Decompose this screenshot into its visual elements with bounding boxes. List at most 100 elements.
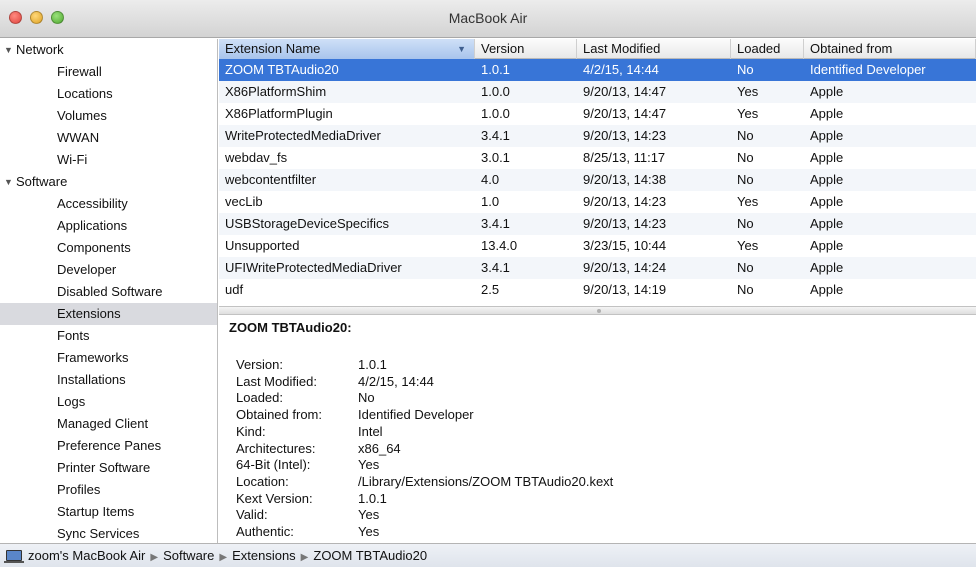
sidebar-group-network[interactable]: ▼ Network [0,39,217,61]
cell-version: 2.5 [481,282,500,297]
sidebar-item-locations[interactable]: Locations [0,83,217,105]
sidebar-item-sync-services[interactable]: Sync Services [0,523,217,543]
title-bar: MacBook Air [0,0,976,38]
breadcrumb-item-software[interactable]: Software [163,548,214,563]
splitter-handle-icon[interactable] [597,309,601,313]
sidebar-item-startup-items[interactable]: Startup Items [0,501,217,523]
pane-splitter[interactable] [219,306,976,315]
table-row[interactable]: webcontentfilter 4.0 9/20/13, 14:38 No Apple [219,169,976,191]
cell-version: 1.0.0 [481,106,510,121]
cell-obtained-from: Apple [810,260,844,275]
sidebar-group-label: Network [16,42,64,57]
detail-field-key: Version: [236,357,283,372]
table-row[interactable]: ZOOM TBTAudio20 1.0.1 4/2/15, 14:44 No Ident… [219,59,976,81]
cell-obtained-from: Apple [810,216,844,231]
cell-name: ZOOM TBTAudio20 [225,62,339,77]
table-row[interactable]: udf 2.5 9/20/13, 14:19 No Apple [219,279,976,301]
detail-field-key: Valid: [236,507,268,523]
column-header-version[interactable]: Version [475,39,577,59]
disclosure-triangle-icon[interactable]: ▼ [4,171,16,193]
column-header-last-modified[interactable]: Last Modified [577,39,731,59]
sidebar-group-label: Software [16,174,68,189]
breadcrumb-separator-icon: ▶ [150,552,159,563]
sidebar-item-extensions[interactable]: Extensions [0,303,217,325]
sidebar-item-label: Wi-Fi [57,152,88,167]
breadcrumb-item-zoom-tbtaudio20[interactable]: ZOOM TBTAudio20 [313,548,427,563]
cell-obtained-from: Apple [810,84,844,99]
cell-obtained-from: Apple [810,282,844,297]
table-row[interactable]: webdav_fs 3.0.1 8/25/13, 11:17 No Apple [219,147,976,169]
column-header-label: Last Modified [583,41,661,56]
cell-last-modified: 9/20/13, 14:23 [583,128,667,143]
table-row[interactable]: Unsupported 13.4.0 3/23/15, 10:44 Yes Apple [219,235,976,257]
table-row[interactable]: UFIWriteProtectedMediaDriver 3.4.1 9/20/13… [219,257,976,279]
sidebar-item-frameworks[interactable]: Frameworks [0,347,217,369]
sidebar-item-label: Startup Items [57,504,135,519]
sidebar-group-software[interactable]: ▼ Software [0,171,217,193]
sidebar-item-label: Preference Panes [57,438,162,453]
sidebar-item-logs[interactable]: Logs [0,391,217,413]
sidebar-item-components[interactable]: Components [0,237,217,259]
sidebar-item-applications[interactable]: Applications [0,215,217,237]
sidebar-item-label: Accessibility [57,196,128,211]
cell-loaded: Yes [737,84,759,99]
cell-last-modified: 3/23/15, 10:44 [583,238,667,253]
sidebar-item-printer-software[interactable]: Printer Software [0,457,217,479]
sidebar-item-label: Volumes [57,108,107,123]
sidebar-item-managed-client[interactable]: Managed Client [0,413,217,435]
column-header-extension-name[interactable]: Extension Name ▼ [219,39,475,59]
cell-name: X86PlatformShim [225,84,327,99]
cell-last-modified: 9/20/13, 14:24 [583,260,667,275]
cell-name: WriteProtectedMediaDriver [225,128,381,143]
detail-title: ZOOM TBTAudio20: [229,320,352,335]
cell-loaded: Yes [737,238,759,253]
detail-field-key: Obtained from: [236,407,322,423]
cell-version: 3.4.1 [481,216,510,231]
detail-field-key: Last Modified: [236,373,317,389]
cell-last-modified: 9/20/13, 14:38 [583,172,667,187]
sidebar-item-label: Locations [57,86,113,101]
cell-name: X86PlatformPlugin [225,106,333,121]
detail-field-value: No [358,390,375,406]
detail-field-architectures: Architectures: x86_64 [236,441,401,457]
sidebar-item-profiles[interactable]: Profiles [0,479,217,501]
detail-field-value: Yes [358,457,380,473]
table-header: Extension Name ▼ Version Last Modified Loade… [219,39,976,59]
sidebar-item-label: Frameworks [57,350,129,365]
sidebar-item-fonts[interactable]: Fonts [0,325,217,347]
cell-last-modified: 9/20/13, 14:47 [583,84,667,99]
breadcrumb-item-zoom-s-macbook-air[interactable]: zoom's MacBook Air [28,548,145,563]
cell-loaded: No [737,260,754,275]
detail-field-value: x86_64 [358,440,401,456]
table-row[interactable]: WriteProtectedMediaDriver 3.4.1 9/20/13, 1… [219,125,976,147]
sidebar-item-firewall[interactable]: Firewall [0,61,217,83]
cell-name: webdav_fs [225,150,288,165]
sidebar-item-developer[interactable]: Developer [0,259,217,281]
sidebar-item-label: Sync Services [57,526,140,541]
sidebar-item-volumes[interactable]: Volumes [0,105,217,127]
column-header-obtained-from[interactable]: Obtained from [804,39,976,59]
sidebar-item-installations[interactable]: Installations [0,369,217,391]
sidebar-item-wi-fi[interactable]: Wi-Fi [0,149,217,171]
detail-field-key: Loaded: [236,390,283,406]
sidebar-item-wwan[interactable]: WWAN [0,127,217,149]
table-row[interactable]: USBStorageDeviceSpecifics 3.4.1 9/20/13, 1… [219,213,976,235]
table-row[interactable]: X86PlatformPlugin 1.0.0 9/20/13, 14:47 Yes A… [219,103,976,125]
sidebar-item-disabled-software[interactable]: Disabled Software [0,281,217,303]
breadcrumb: zoom's MacBook Air ▶ Software ▶ Extensions ▶ Z… [0,543,976,567]
breadcrumb-item-extensions[interactable]: Extensions [232,548,296,563]
cell-obtained-from: Apple [810,172,844,187]
cell-last-modified: 8/25/13, 11:17 [583,150,666,165]
cell-loaded: Yes [737,194,759,209]
column-header-loaded[interactable]: Loaded [731,39,804,59]
detail-field-last-modified: Last Modified: 4/2/15, 14:44 [236,374,434,390]
sidebar-item-accessibility[interactable]: Accessibility [0,193,217,215]
table-row[interactable]: X86PlatformShim 1.0.0 9/20/13, 14:47 Yes App… [219,81,976,103]
detail-field-value: 1.0.1 [358,490,387,506]
cell-version: 4.0 [481,172,500,187]
table-row[interactable]: vecLib 1.0 9/20/13, 14:23 Yes Apple [219,191,976,213]
sidebar-item-preference-panes[interactable]: Preference Panes [0,435,217,457]
disclosure-triangle-icon[interactable]: ▼ [4,39,16,61]
cell-obtained-from: Apple [810,106,844,121]
cell-obtained-from: Apple [810,238,844,253]
